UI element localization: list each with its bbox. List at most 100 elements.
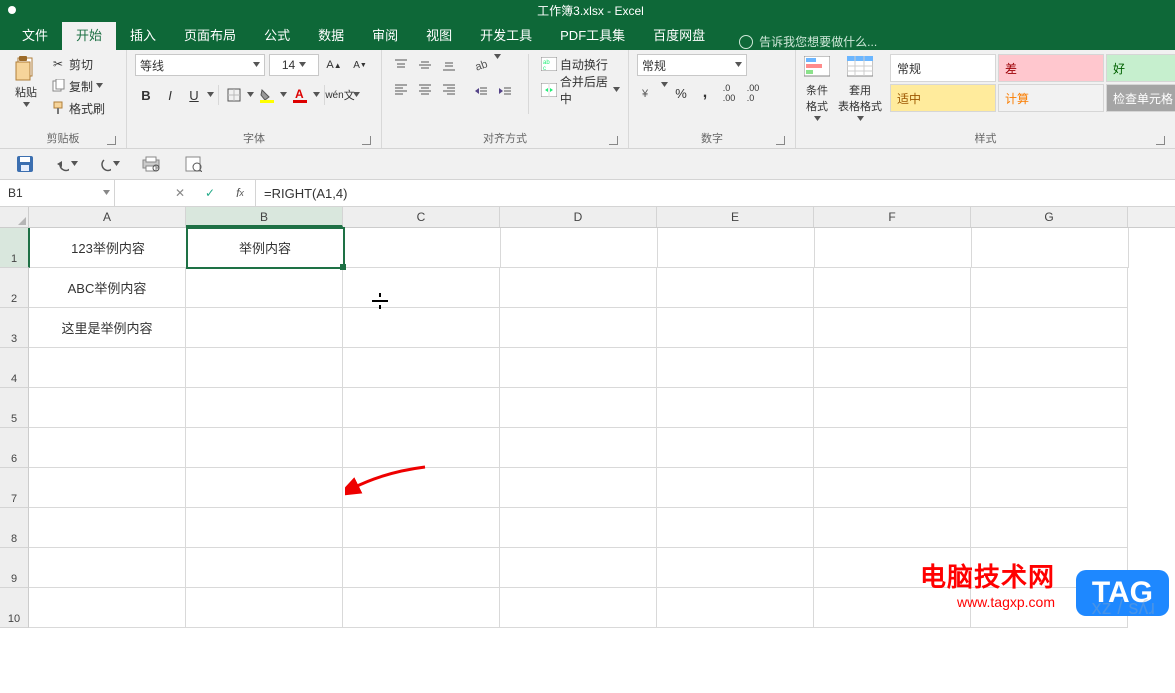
- tab-data[interactable]: 数据: [304, 20, 358, 50]
- cell-A8[interactable]: [29, 508, 186, 548]
- row-header[interactable]: 5: [0, 388, 29, 428]
- chevron-down-icon[interactable]: [280, 92, 287, 99]
- spreadsheet-grid[interactable]: ABCDEFG 1123举例内容举例内容2ABC举例内容3这里是举例内容4567…: [0, 207, 1175, 628]
- style-normal[interactable]: 常规: [890, 54, 996, 82]
- column-header-E[interactable]: E: [657, 207, 814, 227]
- row-header[interactable]: 6: [0, 428, 29, 468]
- font-size-combo[interactable]: 14: [269, 54, 319, 76]
- cell-F5[interactable]: [814, 388, 971, 428]
- style-bad[interactable]: 差: [998, 54, 1104, 82]
- chevron-down-icon[interactable]: [353, 92, 360, 99]
- enter-button[interactable]: ✓: [195, 186, 225, 200]
- column-header-C[interactable]: C: [343, 207, 500, 227]
- cell-D10[interactable]: [500, 588, 657, 628]
- column-header-B[interactable]: B: [186, 207, 343, 227]
- fill-color-button[interactable]: [256, 84, 278, 106]
- tab-view[interactable]: 视图: [412, 20, 466, 50]
- column-header-A[interactable]: A: [29, 207, 186, 227]
- italic-button[interactable]: I: [159, 84, 181, 106]
- cell-A6[interactable]: [29, 428, 186, 468]
- cell-B5[interactable]: [186, 388, 343, 428]
- cell-B8[interactable]: [186, 508, 343, 548]
- chevron-down-icon[interactable]: [661, 82, 668, 89]
- cell-D1[interactable]: [501, 228, 658, 268]
- select-all-corner[interactable]: [0, 207, 29, 227]
- cell-G5[interactable]: [971, 388, 1128, 428]
- cell-G1[interactable]: [972, 228, 1129, 268]
- font-color-button[interactable]: A: [289, 84, 311, 106]
- column-header-G[interactable]: G: [971, 207, 1128, 227]
- column-header-D[interactable]: D: [500, 207, 657, 227]
- cell-D8[interactable]: [500, 508, 657, 548]
- tab-home[interactable]: 开始: [62, 20, 116, 50]
- decrease-decimal-button[interactable]: .00.0: [742, 82, 764, 104]
- decrease-indent-button[interactable]: [470, 80, 492, 102]
- increase-decimal-button[interactable]: .0.00: [718, 82, 740, 104]
- wrap-text-button[interactable]: abc 自动换行: [541, 54, 620, 74]
- cell-B6[interactable]: [186, 428, 343, 468]
- cell-A10[interactable]: [29, 588, 186, 628]
- decrease-font-button[interactable]: A▼: [349, 54, 371, 76]
- cell-F8[interactable]: [814, 508, 971, 548]
- cell-B3[interactable]: [186, 308, 343, 348]
- column-header-F[interactable]: F: [814, 207, 971, 227]
- cell-F1[interactable]: [815, 228, 972, 268]
- cell-F2[interactable]: [814, 268, 971, 308]
- cell-A7[interactable]: [29, 468, 186, 508]
- comma-button[interactable]: ,: [694, 82, 716, 104]
- cell-E9[interactable]: [657, 548, 814, 588]
- cell-C2[interactable]: [343, 268, 500, 308]
- tab-file[interactable]: 文件: [8, 20, 62, 50]
- tab-baidu-netdisk[interactable]: 百度网盘: [639, 20, 719, 50]
- tab-page-layout[interactable]: 页面布局: [170, 20, 250, 50]
- cell-C5[interactable]: [343, 388, 500, 428]
- chevron-down-icon[interactable]: [247, 92, 254, 99]
- cell-C7[interactable]: [343, 468, 500, 508]
- borders-button[interactable]: [223, 84, 245, 106]
- cell-A2[interactable]: ABC举例内容: [29, 268, 186, 308]
- cell-F4[interactable]: [814, 348, 971, 388]
- undo-button[interactable]: [56, 153, 78, 175]
- cell-E7[interactable]: [657, 468, 814, 508]
- merge-center-button[interactable]: 合并后居中: [541, 80, 620, 100]
- cell-D2[interactable]: [500, 268, 657, 308]
- cell-A1[interactable]: 123举例内容: [30, 228, 187, 268]
- format-painter-button[interactable]: 格式刷: [50, 98, 105, 118]
- align-center-button[interactable]: [414, 78, 436, 100]
- row-header[interactable]: 8: [0, 508, 29, 548]
- align-top-button[interactable]: [390, 54, 412, 76]
- tab-pdf-tools[interactable]: PDF工具集: [546, 20, 639, 50]
- style-check[interactable]: 检查单元格: [1106, 84, 1175, 112]
- chevron-down-icon[interactable]: [494, 54, 501, 61]
- currency-button[interactable]: ¥: [637, 82, 659, 104]
- cell-A3[interactable]: 这里是举例内容: [29, 308, 186, 348]
- orientation-button[interactable]: ab: [470, 54, 492, 76]
- row-header[interactable]: 9: [0, 548, 29, 588]
- cell-C6[interactable]: [343, 428, 500, 468]
- row-header[interactable]: 4: [0, 348, 29, 388]
- redo-button[interactable]: [98, 153, 120, 175]
- cell-A9[interactable]: [29, 548, 186, 588]
- style-good[interactable]: 好: [1106, 54, 1175, 82]
- cell-C10[interactable]: [343, 588, 500, 628]
- cut-button[interactable]: ✂ 剪切: [50, 54, 105, 74]
- cell-F3[interactable]: [814, 308, 971, 348]
- cell-C4[interactable]: [343, 348, 500, 388]
- formula-input[interactable]: =RIGHT(A1,4): [256, 180, 1175, 206]
- cell-F7[interactable]: [814, 468, 971, 508]
- cell-G2[interactable]: [971, 268, 1128, 308]
- phonetic-button[interactable]: wén文: [329, 84, 351, 106]
- cell-D3[interactable]: [500, 308, 657, 348]
- save-button[interactable]: [14, 153, 36, 175]
- cell-D5[interactable]: [500, 388, 657, 428]
- fx-button[interactable]: fx: [225, 186, 255, 200]
- fill-handle[interactable]: [340, 264, 346, 270]
- row-header[interactable]: 10: [0, 588, 29, 628]
- quick-print-button[interactable]: [182, 153, 204, 175]
- cell-D6[interactable]: [500, 428, 657, 468]
- cell-E8[interactable]: [657, 508, 814, 548]
- cell-C8[interactable]: [343, 508, 500, 548]
- cell-B1[interactable]: 举例内容: [187, 228, 344, 268]
- number-format-combo[interactable]: 常规: [637, 54, 747, 76]
- cell-E4[interactable]: [657, 348, 814, 388]
